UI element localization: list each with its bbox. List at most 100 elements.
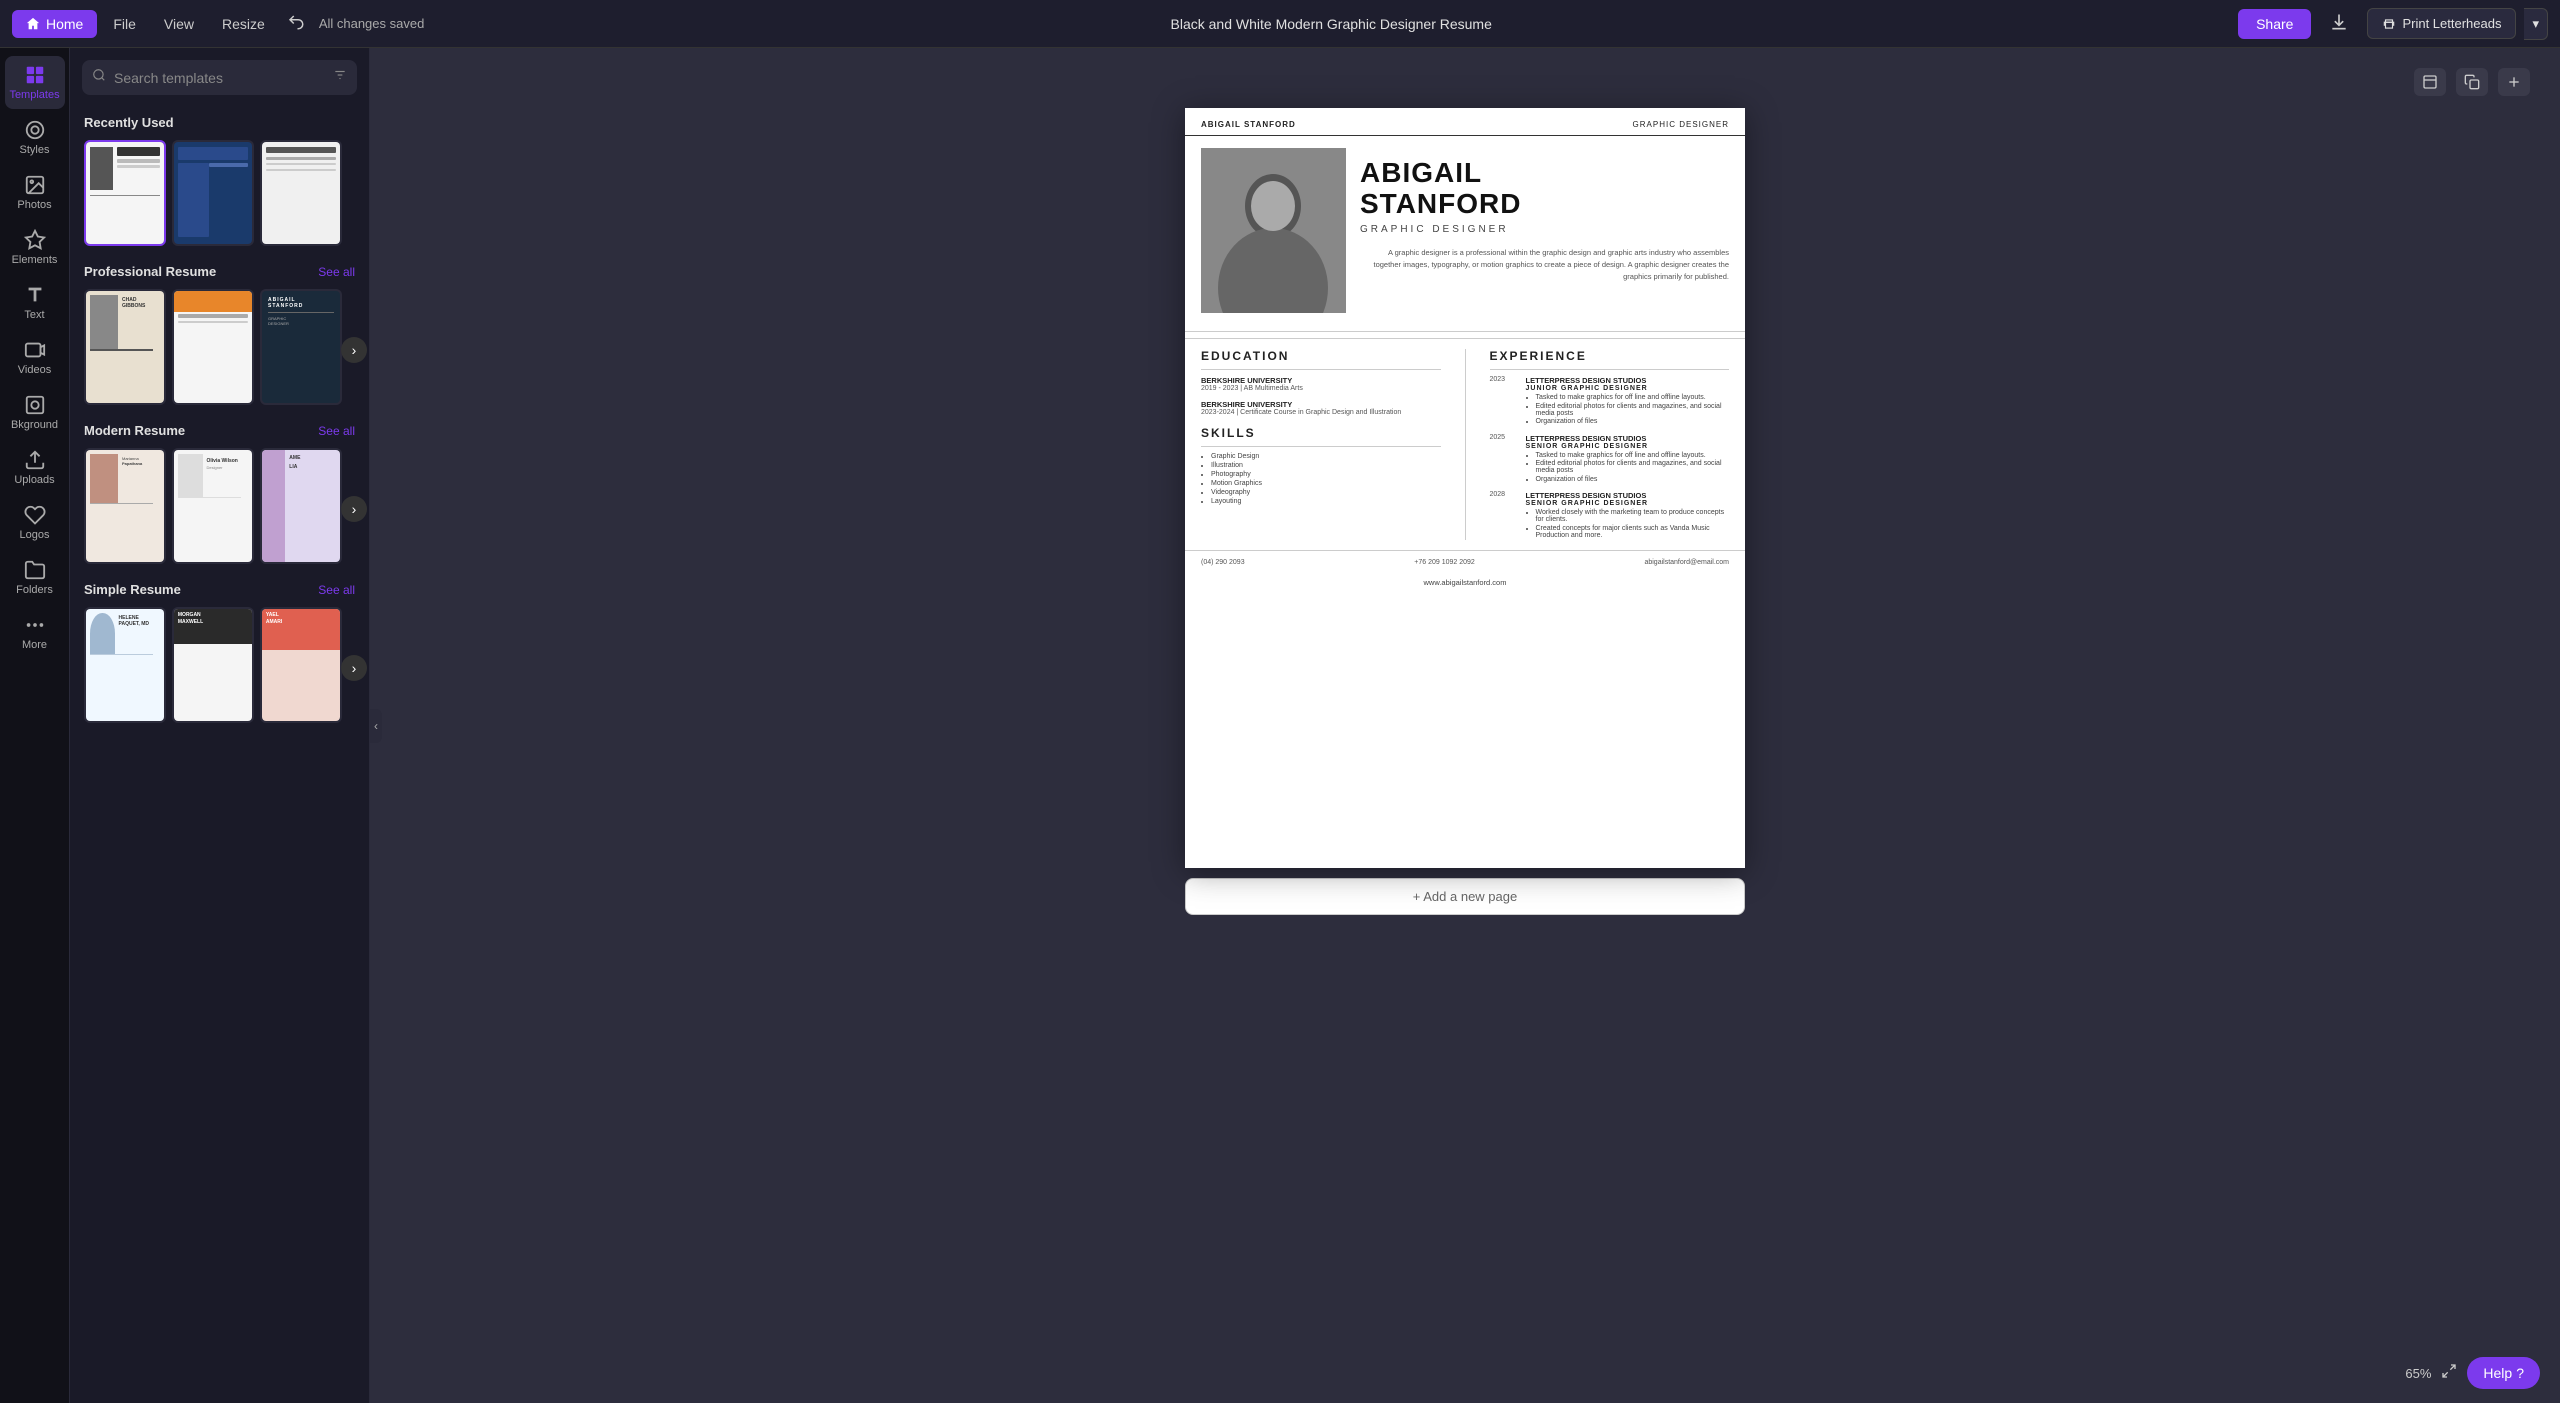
main-layout: Templates Styles Photos Elements Text Vi… [0, 48, 2560, 1403]
simple-see-all[interactable]: See all [318, 583, 355, 597]
resume-bio: A graphic designer is a professional wit… [1360, 247, 1729, 283]
professional-see-all[interactable]: See all [318, 265, 355, 279]
sidebar-item-styles[interactable]: Styles [5, 111, 65, 164]
templates-panel: Recently Used [70, 48, 370, 1403]
zoom-level: 65% [2405, 1366, 2431, 1381]
topbar: Home File View Resize All changes saved … [0, 0, 2560, 48]
pro-template-2[interactable] [172, 289, 254, 405]
recently-used-grid [70, 136, 369, 256]
skill-1: Graphic Design [1211, 453, 1441, 460]
filter-icon[interactable] [333, 68, 347, 87]
simple-title: Simple Resume [84, 582, 181, 597]
resume-page: ABIGAIL STANFORD GRAPHIC DESIGNER [1185, 108, 1745, 868]
simple-template-3[interactable]: YAEL AMARI [260, 607, 342, 723]
professional-header: Professional Resume See all [70, 256, 369, 285]
resize-menu[interactable]: Resize [210, 10, 277, 38]
canvas-wrapper: ABIGAIL STANFORD GRAPHIC DESIGNER [1185, 108, 1745, 945]
edu-entry-1: BERKSHIRE UNIVERSITY 2019 - 2023 | AB Mu… [1201, 376, 1441, 392]
print-button[interactable]: Print Letterheads [2367, 8, 2516, 39]
resume-footer: (04) 290 2093 +76 209 1092 2092 abigails… [1185, 550, 1745, 574]
professional-scroll-next[interactable]: › [341, 337, 367, 363]
resume-photo [1201, 148, 1346, 313]
sidebar-item-folders[interactable]: Folders [5, 551, 65, 604]
simple-scroll-next[interactable]: › [341, 655, 367, 681]
sidebar-item-background[interactable]: Bkground [5, 386, 65, 439]
modern-template-1[interactable]: Marianna Papathana [84, 448, 166, 564]
add-page-button[interactable]: + Add a new page [1185, 878, 1745, 915]
modern-template-2[interactable]: Olivia Wilson Designer [172, 448, 254, 564]
modern-see-all[interactable]: See all [318, 424, 355, 438]
print-caret-button[interactable]: ▾ [2524, 8, 2548, 40]
modern-scroll-next[interactable]: › [341, 496, 367, 522]
simple-header: Simple Resume See all [70, 574, 369, 603]
exp-entry-2: 2025 LETTERPRESS DESIGN STUDIOS SENIOR G… [1490, 434, 1730, 485]
resume-right: EXPERIENCE 2023 LETTERPRESS DESIGN STUDI… [1490, 349, 1730, 540]
resume-hero: ABIGAIL STANFORD GRAPHIC DESIGNER A grap… [1185, 136, 1745, 325]
template-thumb-recent-2[interactable] [172, 140, 254, 246]
undo-button[interactable] [281, 7, 311, 40]
skills-list: Graphic Design Illustration Photography … [1201, 453, 1441, 505]
sidebar-item-logos[interactable]: Logos [5, 496, 65, 549]
pro-template-1[interactable]: CHAD GIBBONS [84, 289, 166, 405]
document-title: Black and White Modern Graphic Designer … [428, 16, 2234, 32]
icon-sidebar: Templates Styles Photos Elements Text Vi… [0, 48, 70, 1403]
sidebar-item-templates[interactable]: Templates [5, 56, 65, 109]
saved-status: All changes saved [319, 16, 425, 31]
sidebar-item-uploads[interactable]: Uploads [5, 441, 65, 494]
professional-title: Professional Resume [84, 264, 216, 279]
simple-scroll: HELENE PAQUET, MD MORGAN MAXWELL YAEL AM… [70, 603, 369, 733]
view-menu[interactable]: View [152, 10, 206, 38]
canvas-toolbar [2404, 58, 2540, 106]
canvas-area: ‹ ABIGAIL STANFORD GRAPHIC DESIGNER [370, 48, 2560, 1403]
skill-5: Videography [1211, 489, 1441, 496]
file-menu[interactable]: File [101, 10, 148, 38]
resume-body: EDUCATION BERKSHIRE UNIVERSITY 2019 - 20… [1185, 338, 1745, 550]
skills-heading: SKILLS [1201, 426, 1441, 440]
sidebar-item-elements[interactable]: Elements [5, 221, 65, 274]
modern-template-3[interactable]: AME LIA [260, 448, 342, 564]
edu-entry-2: BERKSHIRE UNIVERSITY 2023-2024 | Certifi… [1201, 400, 1441, 416]
sidebar-item-photos[interactable]: Photos [5, 166, 65, 219]
skill-4: Motion Graphics [1211, 480, 1441, 487]
exp-entry-3: 2028 LETTERPRESS DESIGN STUDIOS SENIOR G… [1490, 491, 1730, 540]
resume-left: EDUCATION BERKSHIRE UNIVERSITY 2019 - 20… [1201, 349, 1441, 540]
collapse-panel-button[interactable]: ‹ [370, 709, 382, 743]
experience-heading: EXPERIENCE [1490, 349, 1730, 363]
pro-template-3[interactable]: ABIGAIL STANFORD GRAPHIC DESIGNER [260, 289, 342, 405]
simple-template-2[interactable]: MORGAN MAXWELL [172, 607, 254, 723]
modern-scroll: Marianna Papathana Olivia Wilson Designe… [70, 444, 369, 574]
recently-used-header: Recently Used [70, 107, 369, 136]
skill-3: Photography [1211, 471, 1441, 478]
search-input[interactable] [114, 70, 325, 86]
resume-intro: ABIGAIL STANFORD GRAPHIC DESIGNER A grap… [1346, 148, 1729, 313]
resume-name-header: ABIGAIL STANFORD GRAPHIC DESIGNER [1185, 108, 1745, 136]
zoom-expand-button[interactable] [2441, 1363, 2457, 1384]
share-button[interactable]: Share [2238, 9, 2311, 39]
exp-entry-1: 2023 LETTERPRESS DESIGN STUDIOS JUNIOR G… [1490, 376, 1730, 427]
search-icon [92, 68, 106, 87]
education-heading: EDUCATION [1201, 349, 1441, 363]
skill-6: Layouting [1211, 498, 1441, 505]
sidebar-item-text[interactable]: Text [5, 276, 65, 329]
simple-template-1[interactable]: HELENE PAQUET, MD [84, 607, 166, 723]
template-thumb-recent-3[interactable] [260, 140, 342, 246]
topbar-actions: Share Print Letterheads ▾ [2238, 5, 2548, 42]
template-thumb-recent-1[interactable] [84, 140, 166, 246]
resume-footer-url: www.abigailstanford.com [1185, 574, 1745, 591]
download-button[interactable] [2319, 5, 2359, 42]
canvas-add-button[interactable] [2498, 68, 2530, 96]
canvas-page-icon[interactable] [2414, 68, 2446, 96]
sidebar-item-more[interactable]: More [5, 606, 65, 659]
bottom-controls: 65% Help ? [2405, 1357, 2540, 1389]
canvas-copy-button[interactable] [2456, 68, 2488, 96]
resume-big-title: GRAPHIC DESIGNER [1360, 224, 1729, 235]
modern-title: Modern Resume [84, 423, 185, 438]
search-bar [82, 60, 357, 95]
skill-2: Illustration [1211, 462, 1441, 469]
sidebar-item-videos[interactable]: Videos [5, 331, 65, 384]
help-button[interactable]: Help ? [2467, 1357, 2540, 1389]
home-button[interactable]: Home [12, 10, 97, 38]
modern-header: Modern Resume See all [70, 415, 369, 444]
resume-big-name: ABIGAIL STANFORD [1360, 158, 1729, 220]
professional-scroll: CHAD GIBBONS ABIGAIL STANFORD GRAPHIC [70, 285, 369, 415]
